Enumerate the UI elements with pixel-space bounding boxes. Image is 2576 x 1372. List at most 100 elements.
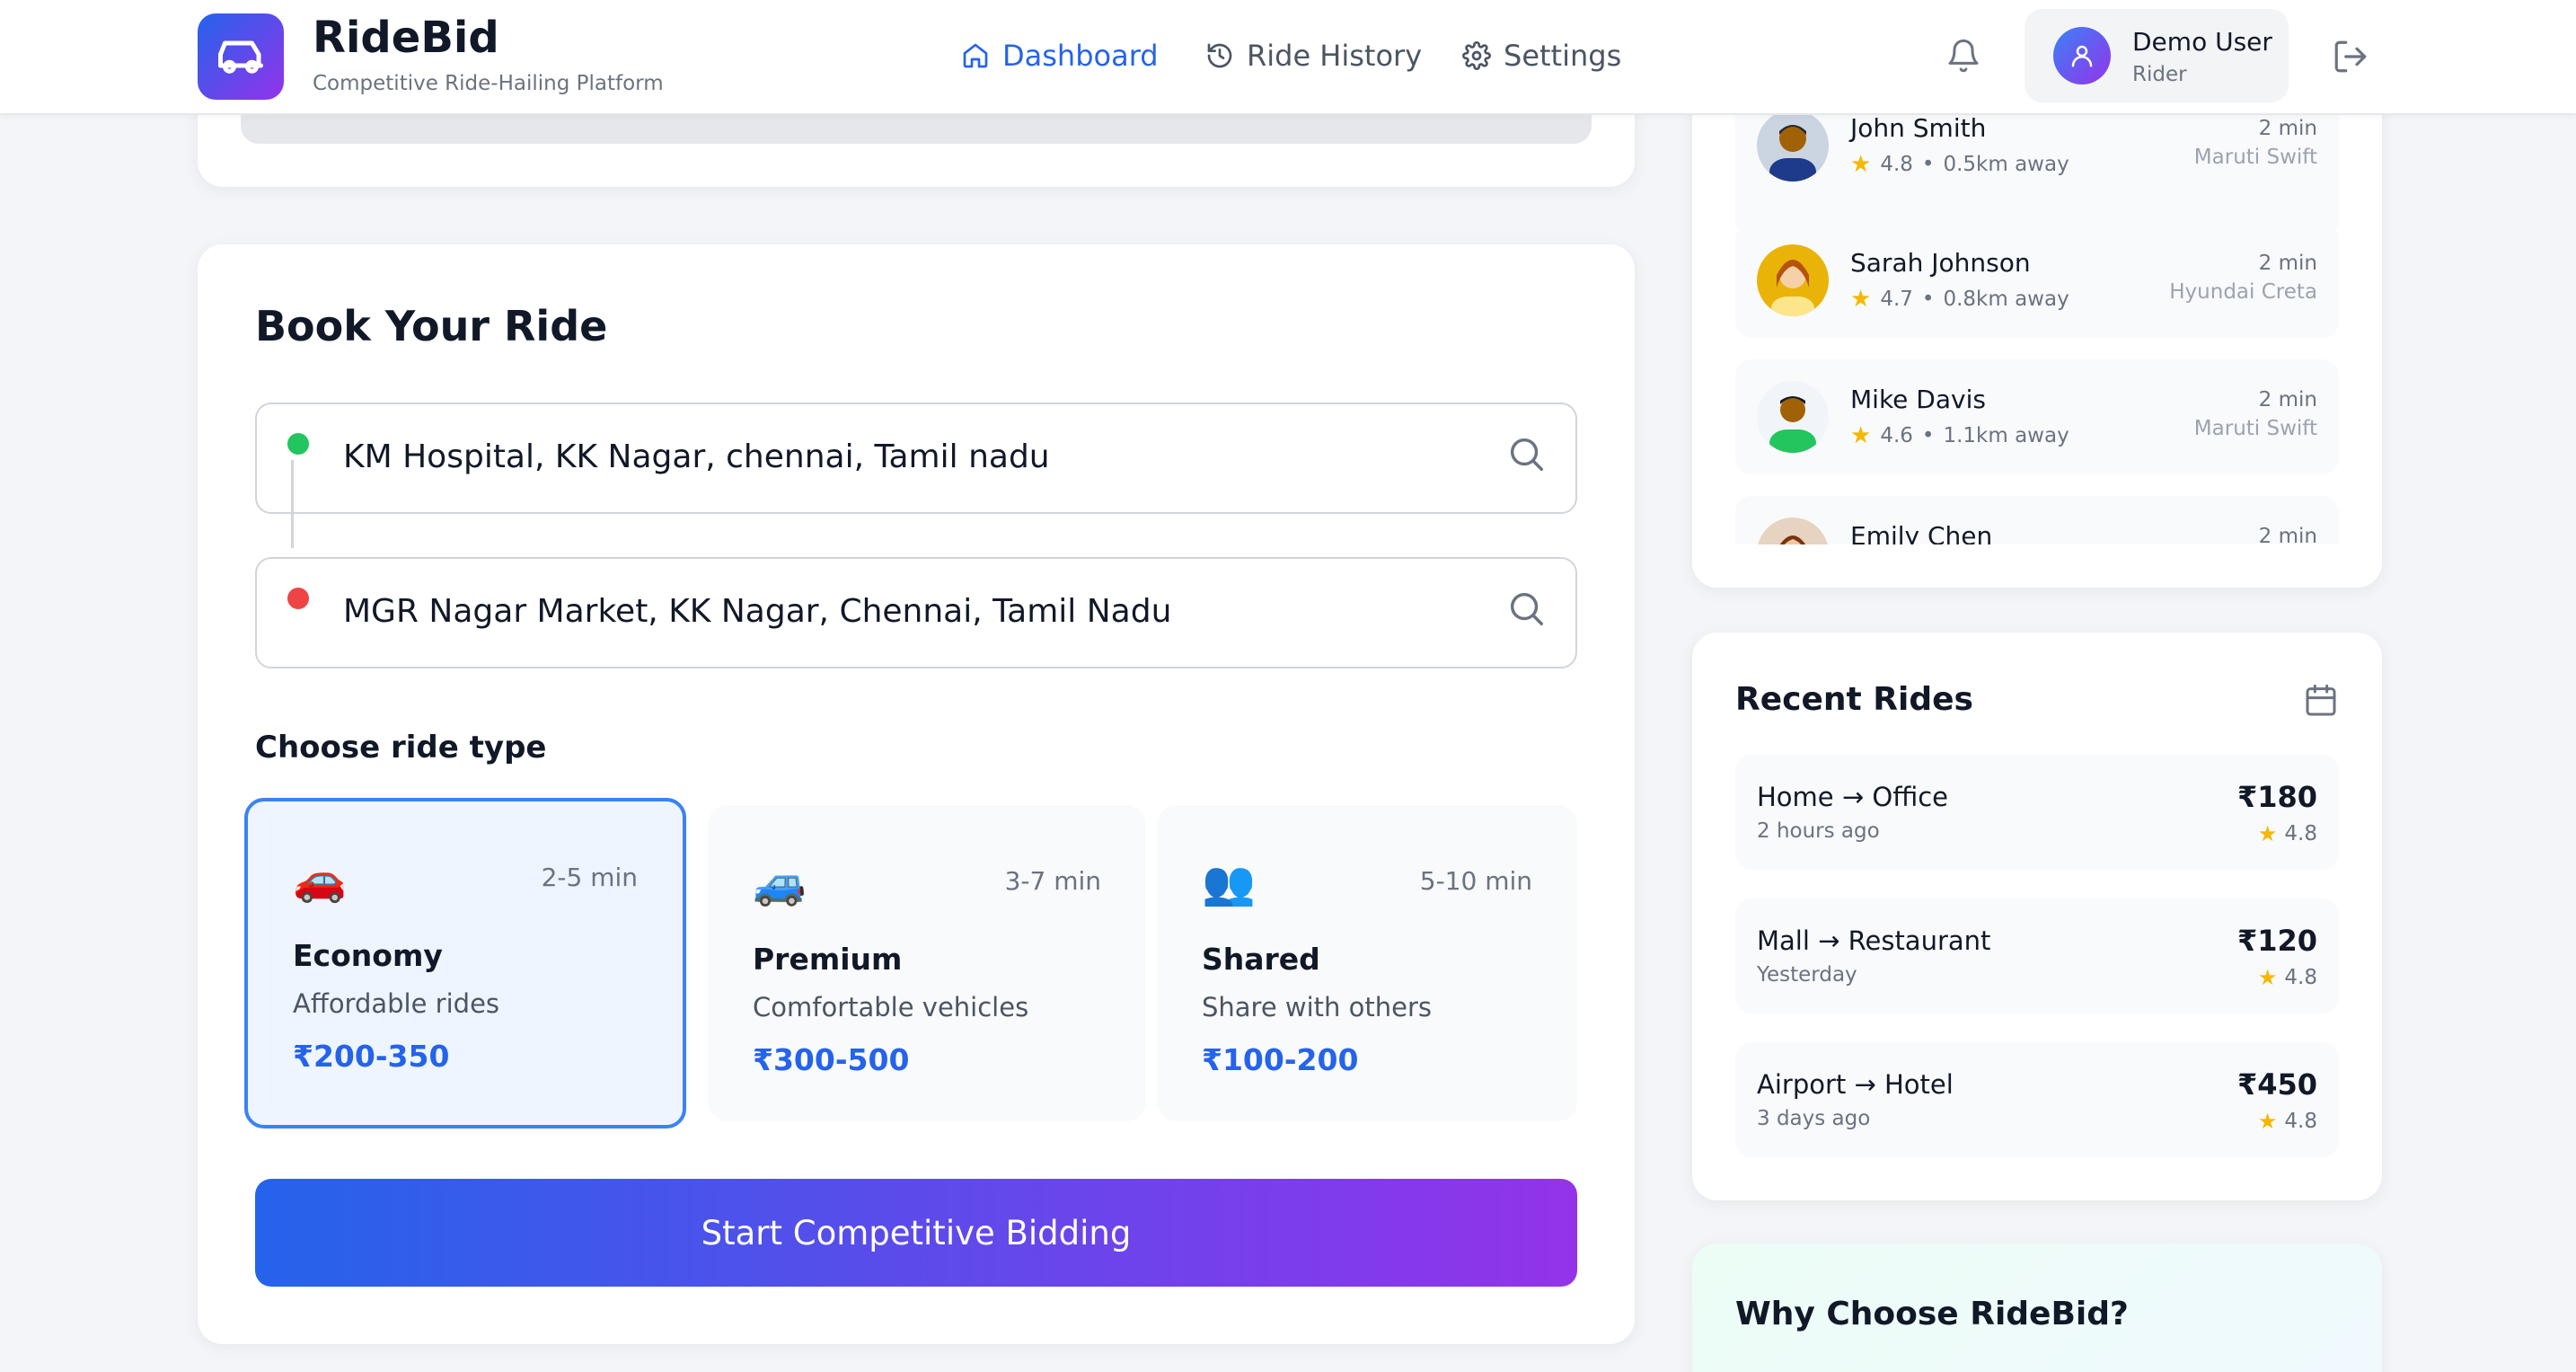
driver-rating: 4.7 — [1880, 288, 1913, 311]
recent-ride-item[interactable]: Mall → Restaurant Yesterday ₹120 ★ 4.8 — [1735, 898, 2339, 1014]
recent-ride-item[interactable]: Airport → Hotel 3 days ago ₹450 ★ 4.8 — [1735, 1042, 2339, 1157]
user-menu[interactable]: Demo User Rider — [2025, 9, 2289, 102]
ride-eta: 2-5 min — [541, 863, 638, 892]
ride-option-economy[interactable]: 🚗 2-5 min Economy Affordable rides ₹200-… — [244, 798, 686, 1129]
separator-dot: • — [1921, 288, 1935, 311]
user-role: Rider — [2132, 63, 2187, 86]
user-name: Demo User — [2132, 27, 2272, 57]
ride-desc: Affordable rides — [293, 988, 500, 1019]
driver-eta: 2 min — [2258, 252, 2317, 275]
nav-settings-label: Settings — [1504, 39, 1622, 73]
driver-meta: ★ 4.8 • 0.5km away — [1850, 151, 2069, 178]
dropoff-value: MGR Nagar Market, KK Nagar, Chennai, Tam… — [343, 593, 1172, 630]
ride-amount: ₹120 — [2236, 924, 2317, 958]
ride-route: Airport → Hotel — [1757, 1069, 1954, 1100]
driver-car: Maruti Swift — [2193, 146, 2317, 169]
suv-icon: 🚙 — [753, 858, 807, 908]
driver-distance: 0.8km away — [1943, 288, 2069, 311]
avatar — [2053, 27, 2111, 84]
drivers-card-footer — [1692, 544, 2382, 588]
brand-name: RideBid — [313, 13, 499, 63]
driver-meta: ★ 4.6 • 1.1km away — [1850, 422, 2069, 449]
why-ridebid-card: Why Choose RideBid? — [1692, 1244, 2382, 1372]
driver-distance: 0.5km away — [1943, 153, 2069, 176]
driver-rating: 4.6 — [1880, 424, 1913, 447]
ride-rating: ★ 4.8 — [2258, 821, 2317, 846]
ride-eta: 3-7 min — [1004, 866, 1101, 896]
history-icon — [1207, 43, 1232, 68]
ride-rating: ★ 4.8 — [2258, 965, 2317, 990]
driver-name: Sarah Johnson — [1850, 248, 2031, 278]
driver-eta: 2 min — [2258, 388, 2317, 412]
nav-ride-history[interactable]: Ride History — [1205, 34, 1422, 77]
drivers-list-visible: John Smith ★ 4.8 • 0.5km away 2 min Maru… — [1735, 115, 2339, 588]
star-icon: ★ — [1850, 422, 1872, 449]
ride-eta: 5-10 min — [1419, 866, 1532, 896]
people-icon: 👥 — [1202, 858, 1256, 908]
ride-option-premium[interactable]: 🚙 3-7 min Premium Comfortable vehicles ₹… — [708, 805, 1146, 1121]
logout-icon[interactable] — [2332, 38, 2369, 75]
why-ridebid-title: Why Choose RideBid? — [1735, 1296, 2129, 1332]
ride-route: Home → Office — [1757, 782, 1949, 812]
star-icon: ★ — [2257, 821, 2278, 846]
dropoff-input[interactable]: MGR Nagar Market, KK Nagar, Chennai, Tam… — [255, 557, 1577, 668]
ride-option-shared[interactable]: 👥 5-10 min Shared Share with others ₹100… — [1157, 805, 1577, 1121]
book-ride-card: Book Your Ride KM Hospital, KK Nagar, ch… — [198, 244, 1635, 1344]
driver-car: Hyundai Creta — [2169, 280, 2317, 304]
driver-name: Mike Davis — [1850, 385, 1986, 414]
pickup-dot-icon — [287, 433, 309, 455]
driver-eta: 2 min — [2258, 117, 2317, 140]
star-icon: ★ — [2257, 1109, 2278, 1134]
star-icon: ★ — [1850, 151, 1872, 178]
ride-rating-value: 4.8 — [2284, 1110, 2317, 1133]
ride-name: Premium — [753, 942, 903, 977]
driver-item[interactable]: John Smith ★ 4.8 • 0.5km away 2 min Maru… — [1735, 115, 2339, 203]
driver-meta: ★ 4.7 • 0.8km away — [1850, 286, 2069, 313]
route-connector — [291, 460, 294, 548]
book-ride-title: Book Your Ride — [255, 302, 608, 350]
gear-icon — [1462, 41, 1491, 70]
start-bidding-button[interactable]: Start Competitive Bidding — [255, 1179, 1577, 1287]
home-icon — [963, 43, 988, 68]
pickup-input[interactable]: KM Hospital, KK Nagar, chennai, Tamil na… — [255, 403, 1577, 514]
ride-time: Yesterday — [1757, 963, 1857, 987]
calendar-icon[interactable] — [2303, 683, 2339, 719]
ride-price: ₹200-350 — [293, 1039, 450, 1074]
car-logo-icon[interactable] — [198, 13, 284, 100]
ride-desc: Share with others — [1202, 992, 1433, 1022]
driver-item[interactable]: Sarah Johnson ★ 4.7 • 0.8km away 2 min H… — [1735, 223, 2339, 338]
ride-rating-value: 4.8 — [2284, 822, 2317, 845]
search-icon[interactable] — [1505, 433, 1547, 474]
top-header: RideBid Competitive Ride-Hailing Platfor… — [0, 0, 2576, 115]
ride-name: Economy — [293, 938, 443, 973]
avatar — [1757, 115, 1829, 181]
driver-name: John Smith — [1850, 115, 1987, 143]
recent-ride-item[interactable]: Home → Office 2 hours ago ₹180 ★ 4.8 — [1735, 755, 2339, 870]
recent-rides-card: Recent Rides Home → Office 2 hours ago ₹… — [1692, 633, 2382, 1200]
bell-icon[interactable] — [1945, 38, 1981, 74]
recent-rides-title: Recent Rides — [1735, 681, 1973, 718]
ride-price: ₹100-200 — [1202, 1042, 1359, 1077]
nav-ride-history-label: Ride History — [1247, 39, 1423, 73]
ride-route: Mall → Restaurant — [1757, 925, 1991, 956]
ride-time: 2 hours ago — [1757, 819, 1880, 843]
ride-price: ₹300-500 — [753, 1042, 910, 1077]
star-icon: ★ — [2257, 965, 2278, 990]
nav-settings[interactable]: Settings — [1462, 34, 1621, 77]
separator-dot: • — [1921, 424, 1935, 447]
driver-item[interactable]: Mike Davis ★ 4.6 • 1.1km away 2 min Maru… — [1735, 359, 2339, 474]
ride-rating-value: 4.8 — [2284, 966, 2317, 989]
avatar — [1757, 381, 1829, 453]
search-icon[interactable] — [1505, 588, 1547, 629]
driver-car: Maruti Swift — [2193, 417, 2317, 440]
nav-dashboard[interactable]: Dashboard — [961, 34, 1159, 77]
ride-desc: Comfortable vehicles — [753, 992, 1029, 1022]
ride-amount: ₹450 — [2236, 1067, 2317, 1102]
nav-dashboard-label: Dashboard — [1002, 39, 1159, 73]
driver-distance: 1.1km away — [1943, 424, 2069, 447]
star-icon: ★ — [1850, 286, 1872, 313]
ride-rating: ★ 4.8 — [2258, 1109, 2317, 1134]
pickup-value: KM Hospital, KK Nagar, chennai, Tamil na… — [343, 438, 1050, 475]
ride-type-label: Choose ride type — [255, 730, 547, 766]
ride-name: Shared — [1202, 942, 1320, 977]
